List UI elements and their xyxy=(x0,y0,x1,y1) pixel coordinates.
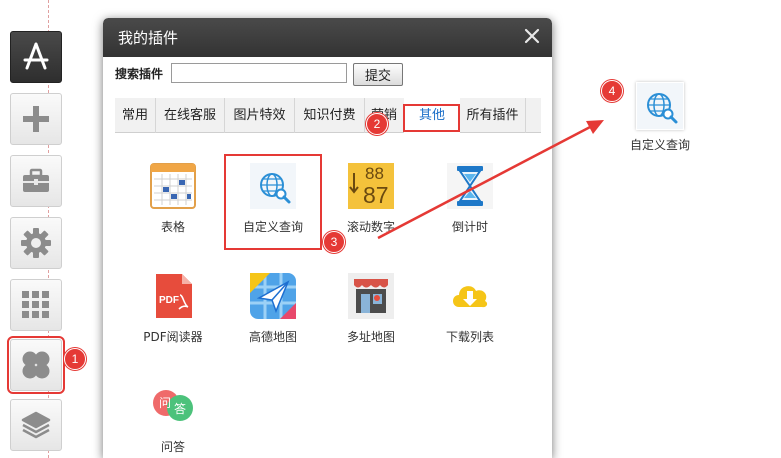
dragged-custom-query-plugin[interactable]: 自定义查询 xyxy=(610,82,710,153)
annotation-arrow xyxy=(377,120,604,240)
step-badge-4: 4 xyxy=(601,80,623,102)
custom-query-icon xyxy=(636,82,684,130)
floating-plugin-label: 自定义查询 xyxy=(629,138,690,152)
